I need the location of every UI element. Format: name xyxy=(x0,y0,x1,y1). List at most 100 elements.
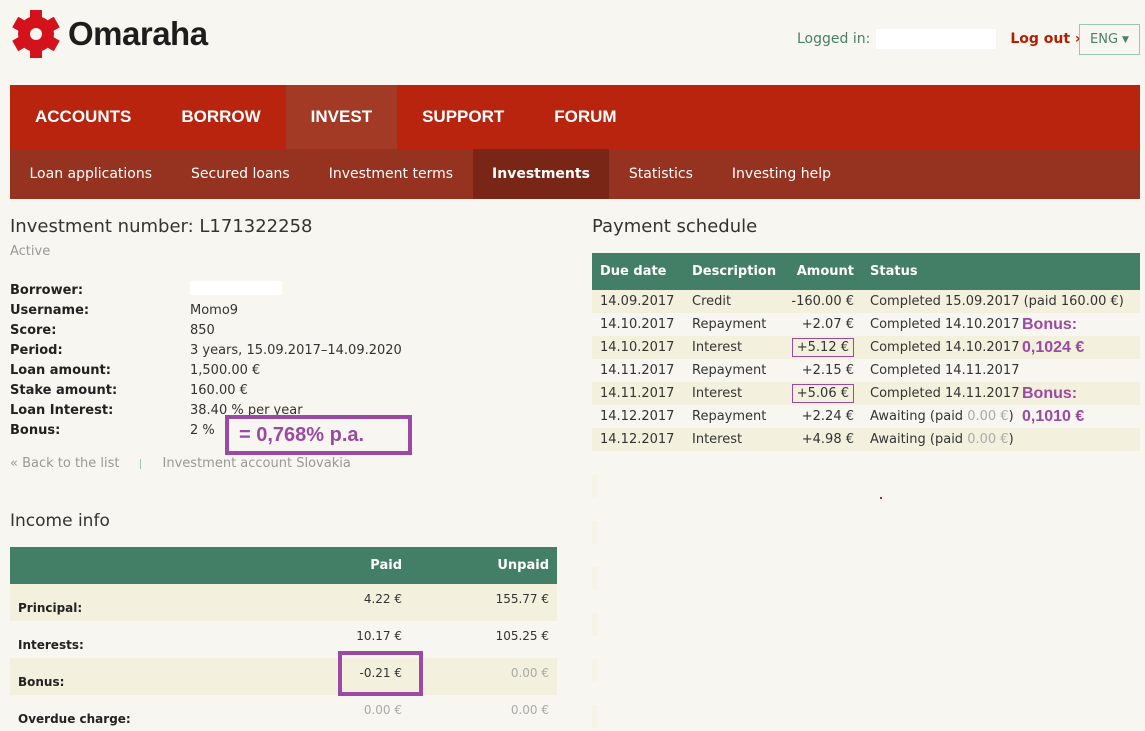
detail-label: Username: xyxy=(10,302,90,318)
description: Interest xyxy=(684,336,782,359)
brand-logo[interactable]: Omaraha xyxy=(10,8,208,60)
due-date: 14.12.2017 xyxy=(592,428,684,451)
paid-value: 0.00 € xyxy=(363,703,402,717)
table-row: Overdue charge: 0.00 € 0.00 € xyxy=(10,695,557,731)
description: Credit xyxy=(684,290,782,313)
status-text: Awaiting (paid xyxy=(870,432,968,447)
brand-name: Omaraha xyxy=(68,15,208,52)
divider xyxy=(139,458,141,469)
subnav-investing-help[interactable]: Investing help xyxy=(712,149,850,199)
subnav-investment-terms[interactable]: Investment terms xyxy=(309,149,472,199)
annotation-bonus-value: 0,1010 € xyxy=(1022,408,1085,425)
amount-highlight-box: +5.12 € xyxy=(791,338,854,357)
investment-title: Investment number: L171322258 xyxy=(10,216,313,237)
subnav-statistics[interactable]: Statistics xyxy=(609,149,712,199)
back-links: « Back to the list Investment account Sl… xyxy=(10,456,351,471)
language-label: ENG xyxy=(1090,32,1119,47)
annotation-bonus-value: 0,1024 € xyxy=(1022,339,1085,356)
column-header xyxy=(10,547,210,584)
description: Repayment xyxy=(692,317,767,332)
row-label: Bonus: xyxy=(10,658,210,695)
nav-forum[interactable]: FORUM xyxy=(529,85,641,149)
main-nav: ACCOUNTS BORROW INVEST SUPPORT FORUM xyxy=(10,85,1140,149)
language-selector[interactable]: ENG ▼ xyxy=(1079,24,1140,55)
table-header-row: Due date Description Amount Status xyxy=(592,253,1140,290)
paid-value: 4.22 € xyxy=(210,584,410,621)
table-header-row: Paid Unpaid xyxy=(10,547,557,584)
gear-logo-icon xyxy=(12,10,60,58)
row-label: Overdue charge: xyxy=(18,711,131,726)
nav-accounts[interactable]: ACCOUNTS xyxy=(10,85,156,149)
status-text: Awaiting (paid xyxy=(870,409,968,424)
chevron-down-icon: ▼ xyxy=(1122,34,1129,45)
detail-value: 1,500.00 € xyxy=(190,362,261,378)
annotation-bonus-label: Bonus: xyxy=(1022,316,1078,333)
description: Repayment xyxy=(692,363,767,378)
detail-label: Stake amount: xyxy=(10,382,118,398)
detail-label: Period: xyxy=(10,342,63,358)
subnav-secured-loans[interactable]: Secured loans xyxy=(172,149,310,199)
detail-value: 160.00 € xyxy=(190,382,248,398)
detail-row-borrower: Borrower: xyxy=(10,280,402,300)
column-header-paid: Paid xyxy=(210,547,410,584)
due-date: 14.11.2017 xyxy=(600,363,675,378)
row-label: Principal: xyxy=(10,584,210,621)
detail-row-stake-amount: Stake amount: 160.00 € xyxy=(10,380,402,400)
status: Completed 14.10.2017 xyxy=(862,336,1140,359)
detail-value: Momo9 xyxy=(190,302,239,318)
amount: +4.98 € xyxy=(782,428,862,451)
status-tail: ) xyxy=(1008,432,1014,447)
detail-label: Loan Interest: xyxy=(10,402,114,418)
logout-link[interactable]: Log out » xyxy=(1010,31,1084,47)
detail-row-username: Username: Momo9 xyxy=(10,300,402,320)
investment-status: Active xyxy=(10,244,51,259)
detail-label: Bonus: xyxy=(10,422,61,438)
row-label: Interests: xyxy=(18,637,84,652)
due-date: 14.10.2017 xyxy=(600,317,675,332)
subnav-loan-applications[interactable]: Loan applications xyxy=(10,149,172,199)
column-header-description: Description xyxy=(684,253,782,290)
detail-label: Loan amount: xyxy=(10,362,111,378)
description: Repayment xyxy=(692,409,767,424)
due-date: 14.09.2017 xyxy=(592,290,684,313)
due-date: 14.10.2017 xyxy=(592,336,684,359)
income-table: Paid Unpaid Principal: 4.22 € 155.77 € I… xyxy=(10,547,557,731)
table-row: 14.11.2017 Repayment +2.15 € Completed 1… xyxy=(592,359,1140,382)
status: Awaiting (paid 0.00 €) xyxy=(862,405,1140,428)
logged-in-label: Logged in: xyxy=(797,31,871,47)
status: Completed 14.11.2017 xyxy=(862,382,1140,405)
unpaid-value: 155.77 € xyxy=(410,584,557,621)
table-row: 14.09.2017 Credit -160.00 € Completed 15… xyxy=(592,290,1140,313)
column-header-due-date: Due date xyxy=(592,253,684,290)
column-header-unpaid: Unpaid xyxy=(410,547,557,584)
nav-support[interactable]: SUPPORT xyxy=(397,85,529,149)
back-to-list-link[interactable]: « Back to the list xyxy=(10,456,120,471)
table-row: 14.12.2017 Interest +4.98 € Awaiting (pa… xyxy=(592,428,1140,451)
detail-value-redacted xyxy=(190,281,282,299)
investment-account-link[interactable]: Investment account Slovakia xyxy=(163,456,351,471)
due-date: 14.12.2017 xyxy=(600,409,675,424)
detail-value: 850 xyxy=(190,322,215,338)
column-header-status: Status xyxy=(862,253,1140,290)
nav-invest[interactable]: INVEST xyxy=(285,85,398,149)
amount: -160.00 € xyxy=(782,290,862,313)
subnav-investments[interactable]: Investments xyxy=(472,149,610,199)
amount: +2.24 € xyxy=(801,409,854,424)
status: Completed 14.10.2017 xyxy=(870,317,1020,332)
amount: +2.07 € xyxy=(801,317,854,332)
status: Completed 15.09.2017 (paid 160.00 €) xyxy=(862,290,1140,313)
status-tail: ) xyxy=(1008,409,1014,424)
column-header-amount: Amount xyxy=(782,253,862,290)
detail-label: Score: xyxy=(10,322,57,338)
amount: +5.12 € xyxy=(782,336,862,359)
description: Interest xyxy=(684,382,782,405)
description: Interest xyxy=(684,428,782,451)
unpaid-value: 105.25 € xyxy=(495,629,549,643)
logged-in-username-redacted xyxy=(876,29,997,49)
table-row: Interests: 10.17 € 105.25 € xyxy=(10,621,557,658)
table-row: Principal: 4.22 € 155.77 € xyxy=(10,584,557,621)
status-paid-amount: 0.00 € xyxy=(967,432,1009,447)
status: Completed 14.11.2017 xyxy=(870,363,1020,378)
nav-borrow[interactable]: BORROW xyxy=(156,85,285,149)
income-info-title: Income info xyxy=(10,511,110,531)
